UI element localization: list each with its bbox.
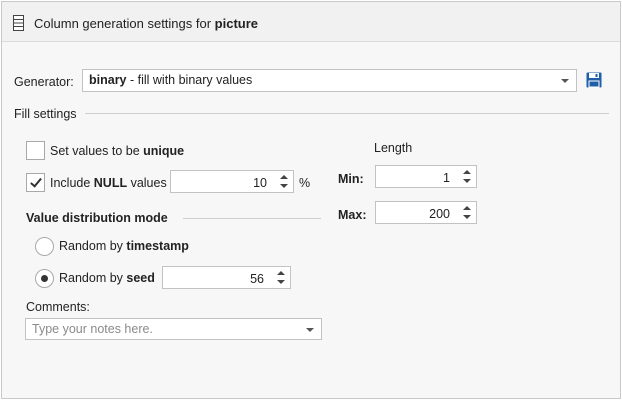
- comments-placeholder: Type your notes here.: [32, 322, 153, 336]
- panel-title: Column generation settings for picture: [34, 16, 258, 31]
- generator-name: binary: [89, 73, 127, 87]
- fill-settings-label: Fill settings: [14, 107, 77, 121]
- spin-down-icon[interactable]: [280, 184, 288, 188]
- include-null-label: Include NULL values: [50, 176, 167, 190]
- comments-label: Comments:: [26, 300, 90, 314]
- spin-up-icon[interactable]: [277, 271, 285, 275]
- min-label: Min:: [338, 172, 364, 186]
- radio-selected-dot: [41, 275, 48, 282]
- max-length-value: 200: [429, 207, 450, 221]
- generator-combobox[interactable]: binary - fill with binary values: [82, 69, 577, 92]
- dropdown-arrow-icon: [561, 79, 569, 83]
- random-by-timestamp-radio[interactable]: [35, 237, 54, 256]
- min-length-spinner[interactable]: 1: [375, 165, 477, 188]
- null-percent-spinner[interactable]: 10: [170, 170, 294, 193]
- comments-input[interactable]: Type your notes here.: [25, 318, 322, 340]
- null-percent-value: 10: [253, 176, 267, 190]
- spin-down-icon[interactable]: [463, 215, 471, 219]
- unique-checkbox[interactable]: [26, 141, 45, 160]
- min-length-value: 1: [443, 171, 450, 185]
- seed-value: 56: [250, 272, 264, 286]
- spin-up-icon[interactable]: [463, 206, 471, 210]
- distribution-mode-label: Value distribution mode: [26, 211, 168, 225]
- spin-up-icon[interactable]: [280, 175, 288, 179]
- include-null-checkbox[interactable]: [26, 173, 45, 192]
- save-icon[interactable]: [586, 72, 602, 91]
- random-by-seed-radio[interactable]: [35, 269, 54, 288]
- column-generation-panel: Column generation settings for picture G…: [1, 1, 621, 399]
- spin-down-icon[interactable]: [463, 179, 471, 183]
- fill-settings-divider: [85, 113, 609, 114]
- max-length-spinner[interactable]: 200: [375, 201, 477, 224]
- column-name: picture: [214, 16, 258, 31]
- generator-label: Generator:: [14, 75, 74, 89]
- random-by-timestamp-label: Random by timestamp: [59, 239, 189, 253]
- unique-label: Set values to be unique: [50, 144, 185, 158]
- max-label: Max:: [338, 208, 367, 222]
- column-icon: [13, 15, 24, 34]
- check-icon: [30, 175, 42, 188]
- random-by-seed-label: Random by seed: [59, 271, 155, 285]
- spin-up-icon[interactable]: [463, 170, 471, 174]
- dropdown-arrow-icon: [306, 328, 314, 332]
- length-label: Length: [374, 141, 413, 155]
- generator-description: - fill with binary values: [126, 73, 253, 87]
- spin-down-icon[interactable]: [277, 280, 285, 284]
- seed-spinner[interactable]: 56: [162, 266, 291, 289]
- panel-header: Column generation settings for picture: [2, 2, 620, 42]
- distribution-divider: [183, 218, 321, 219]
- percent-unit: %: [299, 176, 311, 190]
